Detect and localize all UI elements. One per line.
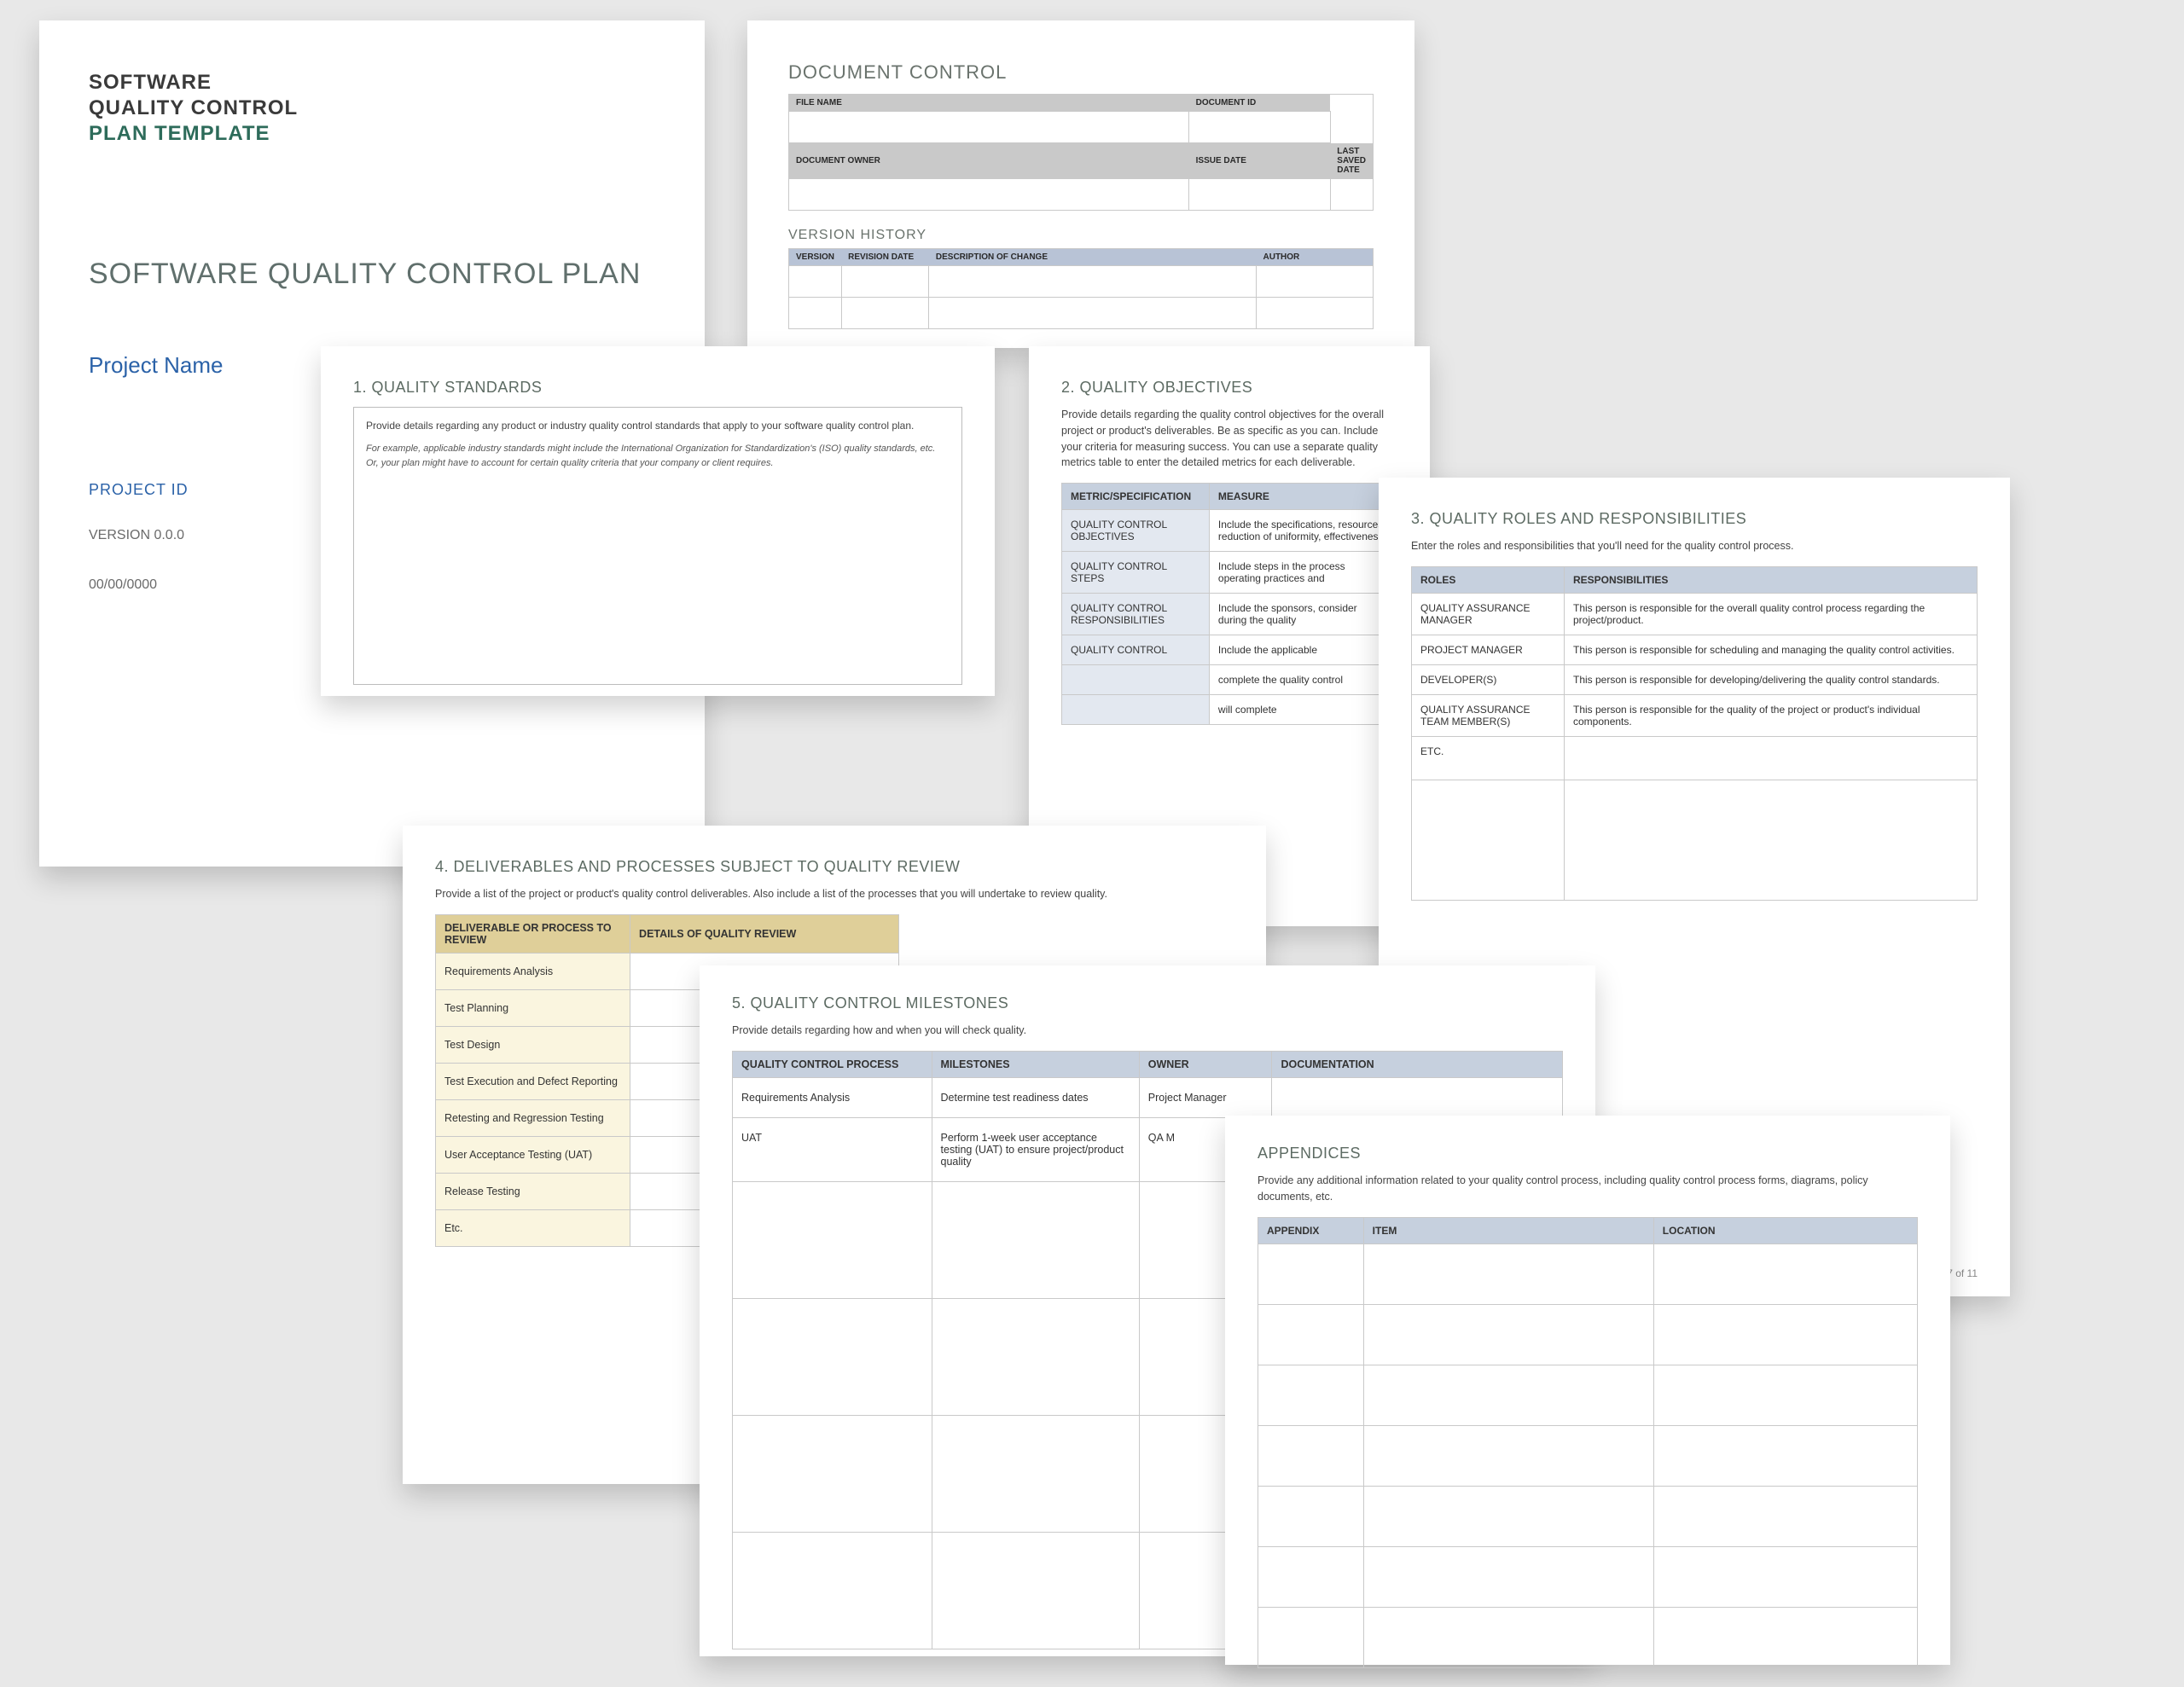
role-k: PROJECT MANAGER	[1412, 635, 1565, 664]
heading-quality-standards: 1. QUALITY STANDARDS	[353, 379, 962, 397]
mile-milestone: Determine test readiness dates	[932, 1077, 1139, 1117]
th-last-saved: LAST SAVED DATE	[1330, 143, 1373, 179]
deliverable-row: Retesting and Regression Testing	[436, 1099, 630, 1136]
mile-owner: Project Manager	[1139, 1077, 1272, 1117]
role-v: This person is responsible for the overa…	[1565, 593, 1978, 635]
th-appendix: APPENDIX	[1258, 1217, 1364, 1244]
th-documentation: DOCUMENTATION	[1272, 1051, 1563, 1077]
th-responsibilities: RESPONSIBILITIES	[1565, 566, 1978, 593]
template-title-line3: PLAN TEMPLATE	[89, 121, 655, 147]
heading-deliverables: 4. DELIVERABLES AND PROCESSES SUBJECT TO…	[435, 858, 1234, 876]
standards-para1: Provide details regarding any product or…	[366, 420, 914, 432]
heading-milestones: 5. QUALITY CONTROL MILESTONES	[732, 994, 1563, 1012]
obj-row-v: complete the quality control	[1209, 665, 1397, 695]
obj-row-v: Include steps in the process operating p…	[1209, 552, 1397, 594]
role-v: This person is responsible for developin…	[1565, 664, 1978, 694]
file-info-table: FILE NAME DOCUMENT ID DOCUMENT OWNER ISS…	[788, 94, 1374, 211]
page-document-control: DOCUMENT CONTROL FILE NAME DOCUMENT ID D…	[747, 20, 1414, 348]
role-k: ETC.	[1412, 736, 1565, 780]
obj-row-v: Include the applicable	[1209, 635, 1397, 665]
th-item: ITEM	[1363, 1217, 1653, 1244]
role-k: DEVELOPER(S)	[1412, 664, 1565, 694]
mile-milestone: Perform 1-week user acceptance testing (…	[932, 1117, 1139, 1181]
th-file-name: FILE NAME	[789, 95, 1189, 112]
subsection-version-history: VERSION HISTORY	[788, 228, 1374, 243]
th-deliverable: DELIVERABLE OR PROCESS TO REVIEW	[436, 914, 630, 953]
objectives-table: METRIC/SPECIFICATION MEASURE QUALITY CON…	[1061, 483, 1397, 725]
deliverable-row: Release Testing	[436, 1173, 630, 1209]
role-v	[1565, 736, 1978, 780]
obj-row-v: Include the sponsors, consider during th…	[1209, 594, 1397, 635]
th-author: AUTHOR	[1257, 248, 1374, 265]
standards-instruction-box: Provide details regarding any product or…	[353, 407, 962, 685]
th-owner: OWNER	[1139, 1051, 1272, 1077]
deliverable-row: Test Execution and Defect Reporting	[436, 1063, 630, 1099]
th-details: DETAILS OF QUALITY REVIEW	[630, 914, 899, 953]
roles-table: ROLES RESPONSIBILITIES QUALITY ASSURANCE…	[1411, 566, 1978, 901]
role-v: This person is responsible for schedulin…	[1565, 635, 1978, 664]
obj-row-k	[1062, 665, 1210, 695]
heading-quality-roles: 3. QUALITY ROLES AND RESPONSIBILITIES	[1411, 510, 1978, 528]
document-title: SOFTWARE QUALITY CONTROL PLAN	[89, 258, 655, 291]
version-history-table: VERSION REVISION DATE DESCRIPTION OF CHA…	[788, 248, 1374, 329]
th-roles: ROLES	[1412, 566, 1565, 593]
th-process: QUALITY CONTROL PROCESS	[733, 1051, 932, 1077]
role-v: This person is responsible for the quali…	[1565, 694, 1978, 736]
obj-row-k: QUALITY CONTROL	[1062, 635, 1210, 665]
deliverable-row: User Acceptance Testing (UAT)	[436, 1136, 630, 1173]
obj-row-v: Include the specifications, resources, r…	[1209, 510, 1397, 552]
deliverable-row: Etc.	[436, 1209, 630, 1246]
th-revision-date: REVISION DATE	[841, 248, 929, 265]
mile-process: UAT	[733, 1117, 932, 1181]
deliverable-row: Test Design	[436, 1026, 630, 1063]
roles-lead: Enter the roles and responsibilities tha…	[1411, 538, 1978, 554]
appendices-lead: Provide any additional information relat…	[1258, 1173, 1918, 1205]
obj-row-v: will complete	[1209, 695, 1397, 725]
standards-para2: For example, applicable industry standar…	[366, 442, 950, 470]
page-quality-standards: 1. QUALITY STANDARDS Provide details reg…	[321, 346, 995, 696]
th-location: LOCATION	[1653, 1217, 1917, 1244]
th-description: DESCRIPTION OF CHANGE	[929, 248, 1257, 265]
th-measure: MEASURE	[1209, 484, 1397, 510]
mile-process: Requirements Analysis	[733, 1077, 932, 1117]
heading-quality-objectives: 2. QUALITY OBJECTIVES	[1061, 379, 1397, 397]
appendices-table: APPENDIX ITEM LOCATION	[1258, 1217, 1918, 1668]
obj-row-k	[1062, 695, 1210, 725]
section-title-document-control: DOCUMENT CONTROL	[788, 61, 1374, 84]
page-appendices: APPENDICES Provide any additional inform…	[1225, 1116, 1950, 1665]
obj-row-k: QUALITY CONTROL STEPS	[1062, 552, 1210, 594]
milestones-lead: Provide details regarding how and when y…	[732, 1023, 1563, 1039]
deliverable-row: Requirements Analysis	[436, 953, 630, 989]
role-k: QUALITY ASSURANCE TEAM MEMBER(S)	[1412, 694, 1565, 736]
th-issue-date: ISSUE DATE	[1189, 143, 1331, 179]
role-k: QUALITY ASSURANCE MANAGER	[1412, 593, 1565, 635]
deliverable-row: Test Planning	[436, 989, 630, 1026]
th-document-id: DOCUMENT ID	[1189, 95, 1331, 112]
heading-appendices: APPENDICES	[1258, 1145, 1918, 1162]
objectives-lead: Provide details regarding the quality co…	[1061, 407, 1397, 471]
template-title-line2: QUALITY CONTROL	[89, 96, 655, 121]
obj-row-k: QUALITY CONTROL RESPONSIBILITIES	[1062, 594, 1210, 635]
deliverables-lead: Provide a list of the project or product…	[435, 886, 1237, 902]
obj-row-k: QUALITY CONTROL OBJECTIVES	[1062, 510, 1210, 552]
th-version: VERSION	[789, 248, 842, 265]
th-milestones: MILESTONES	[932, 1051, 1139, 1077]
template-title-line1: SOFTWARE	[89, 70, 655, 96]
th-metric: METRIC/SPECIFICATION	[1062, 484, 1210, 510]
document-canvas: SOFTWARE QUALITY CONTROL PLAN TEMPLATE S…	[0, 0, 2184, 1687]
th-document-owner: DOCUMENT OWNER	[789, 143, 1189, 179]
